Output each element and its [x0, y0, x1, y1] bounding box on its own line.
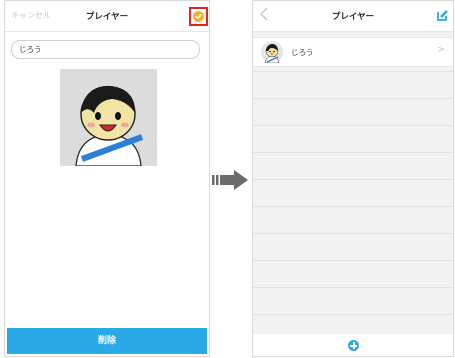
- player-list: [253, 32, 453, 334]
- edit-player-screen: キャンセル プレイヤー じろう 削除: [4, 0, 210, 357]
- list-divider: [253, 125, 453, 126]
- list-divider: [253, 71, 453, 72]
- avatar-illustration: [75, 85, 144, 167]
- delete-button[interactable]: 削除: [7, 328, 207, 354]
- player-row[interactable]: じろう >: [253, 37, 453, 67]
- edit-icon[interactable]: [436, 9, 449, 22]
- player-name-field[interactable]: じろう: [11, 40, 200, 59]
- list-divider: [253, 98, 453, 99]
- plus-circle-icon[interactable]: [348, 340, 359, 351]
- page-title: プレイヤー: [331, 12, 375, 22]
- page-title: プレイヤー: [85, 12, 129, 22]
- check-circle-icon[interactable]: [193, 11, 204, 22]
- navigation-bar: キャンセル プレイヤー: [5, 1, 209, 32]
- player-list-screen: プレイヤー じろう >: [252, 0, 454, 357]
- player-name: じろう: [291, 48, 314, 57]
- arrow-right-icon: [212, 170, 248, 190]
- list-divider: [253, 314, 453, 315]
- avatar: [261, 41, 283, 63]
- list-divider: [253, 152, 453, 153]
- list-divider: [253, 287, 453, 288]
- chevron-right-icon: >: [437, 45, 445, 55]
- list-divider: [253, 260, 453, 261]
- list-divider: [253, 233, 453, 234]
- navigation-bar: プレイヤー: [253, 1, 453, 32]
- confirm-button-highlight[interactable]: [189, 7, 208, 26]
- list-divider: [253, 179, 453, 180]
- player-avatar-image[interactable]: [60, 69, 157, 167]
- list-divider: [253, 206, 453, 207]
